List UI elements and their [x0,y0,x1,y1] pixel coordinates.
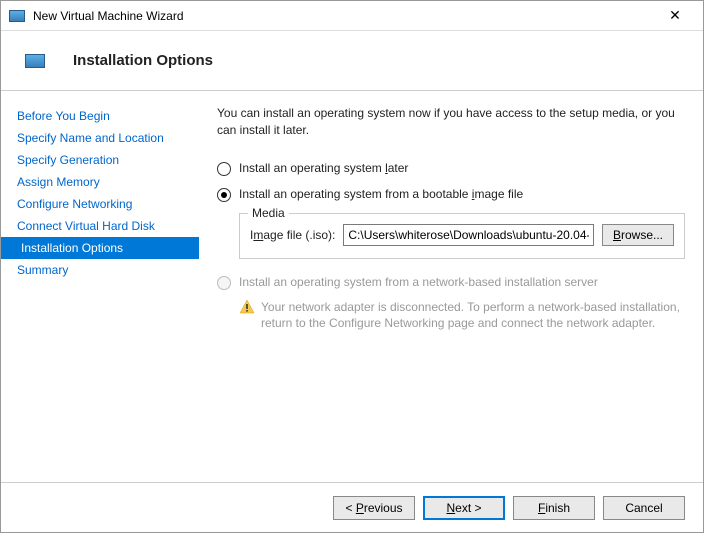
window-title: New Virtual Machine Wizard [33,9,655,23]
wizard-header: Installation Options [1,31,703,91]
sidebar-item-before-you-begin[interactable]: Before You Begin [1,105,199,127]
close-icon[interactable]: ✕ [655,7,695,24]
cancel-button[interactable]: Cancel [603,496,685,520]
wizard-steps-sidebar: Before You Begin Specify Name and Locati… [1,91,199,481]
sidebar-item-assign-memory[interactable]: Assign Memory [1,171,199,193]
main-panel: You can install an operating system now … [199,91,703,481]
page-title: Installation Options [73,52,213,69]
sidebar-item-specify-name[interactable]: Specify Name and Location [1,127,199,149]
radio-label: Install an operating system from a boota… [239,187,523,201]
sidebar-item-configure-networking[interactable]: Configure Networking [1,193,199,215]
sidebar-item-summary[interactable]: Summary [1,259,199,281]
media-group-label: Media [248,206,289,220]
finish-button[interactable]: Finish [513,496,595,520]
radio-install-later[interactable]: Install an operating system later [217,155,685,181]
radio-install-from-network: Install an operating system from a netwo… [217,269,685,295]
warning-icon [239,299,255,315]
sidebar-item-installation-options[interactable]: Installation Options [1,237,199,259]
radio-icon [217,276,231,290]
radio-icon [217,188,231,202]
sidebar-item-connect-vhd[interactable]: Connect Virtual Hard Disk [1,215,199,237]
image-file-input[interactable] [343,224,594,246]
header-icon [25,54,45,68]
intro-text: You can install an operating system now … [217,105,685,139]
radio-label: Install an operating system later [239,161,408,175]
wizard-footer: < Previous Next > Finish Cancel [1,482,703,532]
image-file-label: Image file (.iso): [250,228,335,242]
radio-install-from-image[interactable]: Install an operating system from a boota… [217,181,685,207]
next-button[interactable]: Next > [423,496,505,520]
warning-text: Your network adapter is disconnected. To… [261,299,685,333]
radio-icon [217,162,231,176]
network-warning: Your network adapter is disconnected. To… [239,299,685,333]
radio-label: Install an operating system from a netwo… [239,275,598,289]
browse-button[interactable]: Browse... [602,224,674,246]
app-icon [9,10,25,22]
titlebar: New Virtual Machine Wizard ✕ [1,1,703,31]
content-area: Before You Begin Specify Name and Locati… [1,91,703,481]
sidebar-item-specify-generation[interactable]: Specify Generation [1,149,199,171]
previous-button[interactable]: < Previous [333,496,415,520]
media-group: Media Image file (.iso): Browse... [239,213,685,259]
